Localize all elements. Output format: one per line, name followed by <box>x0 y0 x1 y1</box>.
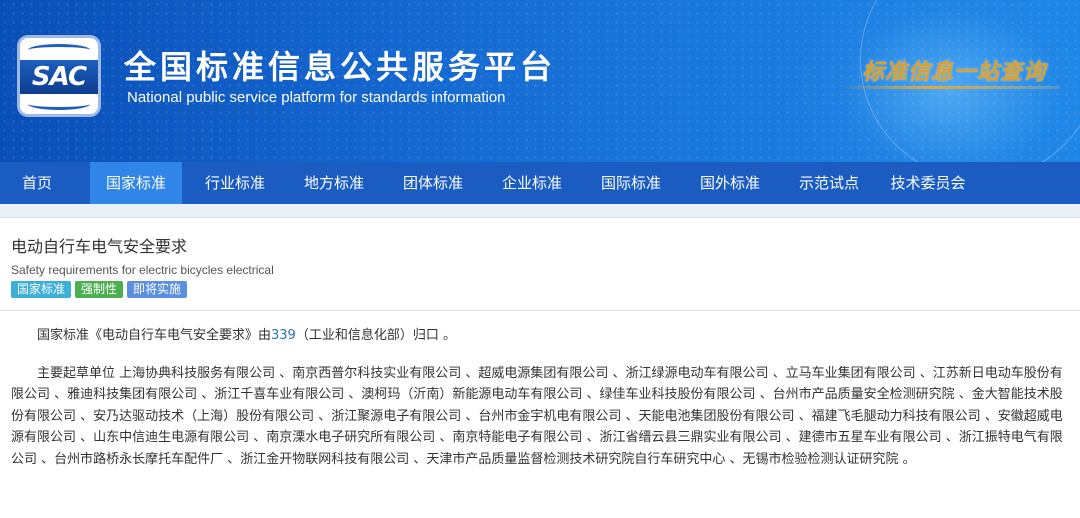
badge-upcoming: 即将实施 <box>127 281 188 298</box>
drafting-units-paragraph: 主要起草单位 上海协典科技服务有限公司 、南京西普尔科技实业有限公司 、超威电源… <box>11 365 1063 467</box>
standard-badges: 国家标准 强制性 即将实施 <box>11 281 1080 298</box>
nav-item-national-standards[interactable]: 国家标准 <box>90 162 182 204</box>
site-header: SAC 全国标准信息公共服务平台 National public service… <box>0 0 1080 162</box>
badge-mandatory: 强制性 <box>75 281 124 298</box>
main-nav: 首页 国家标准 行业标准 地方标准 团体标准 企业标准 国际标准 国外标准 示范… <box>0 162 1080 204</box>
badge-national-standard: 国家标准 <box>11 281 72 298</box>
breadcrumb-bar <box>0 204 1080 218</box>
nav-item-enterprise-standards[interactable]: 企业标准 <box>486 162 578 204</box>
site-title-cn: 全国标准信息公共服务平台 <box>124 48 557 86</box>
standard-description: 国家标准《电动自行车电气安全要求》由339（工业和信息化部）归口 。 主要起草单… <box>0 311 1080 470</box>
nav-item-demonstration-pilot[interactable]: 示范试点 <box>783 162 875 204</box>
governing-text-suffix: （工业和信息化部）归口 。 <box>295 328 456 343</box>
governing-body-paragraph: 国家标准《电动自行车电气安全要求》由339（工业和信息化部）归口 。 <box>11 325 1072 347</box>
standard-header: 电动自行车电气安全要求 Safety requirements for elec… <box>0 218 1080 298</box>
nav-item-international-standards[interactable]: 国际标准 <box>585 162 677 204</box>
governing-text-prefix: 国家标准《电动自行车电气安全要求》由 <box>37 328 272 343</box>
logo-swoosh-bottom <box>28 98 90 110</box>
nav-item-technical-committee[interactable]: 技术委员会 <box>875 162 981 204</box>
standard-title-en: Safety requirements for electric bicycle… <box>11 263 274 277</box>
nav-item-industry-standards[interactable]: 行业标准 <box>189 162 281 204</box>
sac-logo[interactable]: SAC <box>20 38 98 114</box>
nav-item-foreign-standards[interactable]: 国外标准 <box>684 162 776 204</box>
logo-swoosh-top <box>28 44 90 56</box>
site-title-en: National public service platform for sta… <box>127 89 506 106</box>
standard-title: 电动自行车电气安全要求 <box>11 237 188 256</box>
slogan-underline <box>840 86 1060 89</box>
committee-link[interactable]: 339 <box>271 328 296 343</box>
nav-item-group-standards[interactable]: 团体标准 <box>387 162 479 204</box>
slogan: 标准信息一站查询 <box>862 59 1047 85</box>
nav-item-home[interactable]: 首页 <box>0 162 74 204</box>
logo-text: SAC <box>31 62 87 92</box>
nav-item-local-standards[interactable]: 地方标准 <box>288 162 380 204</box>
